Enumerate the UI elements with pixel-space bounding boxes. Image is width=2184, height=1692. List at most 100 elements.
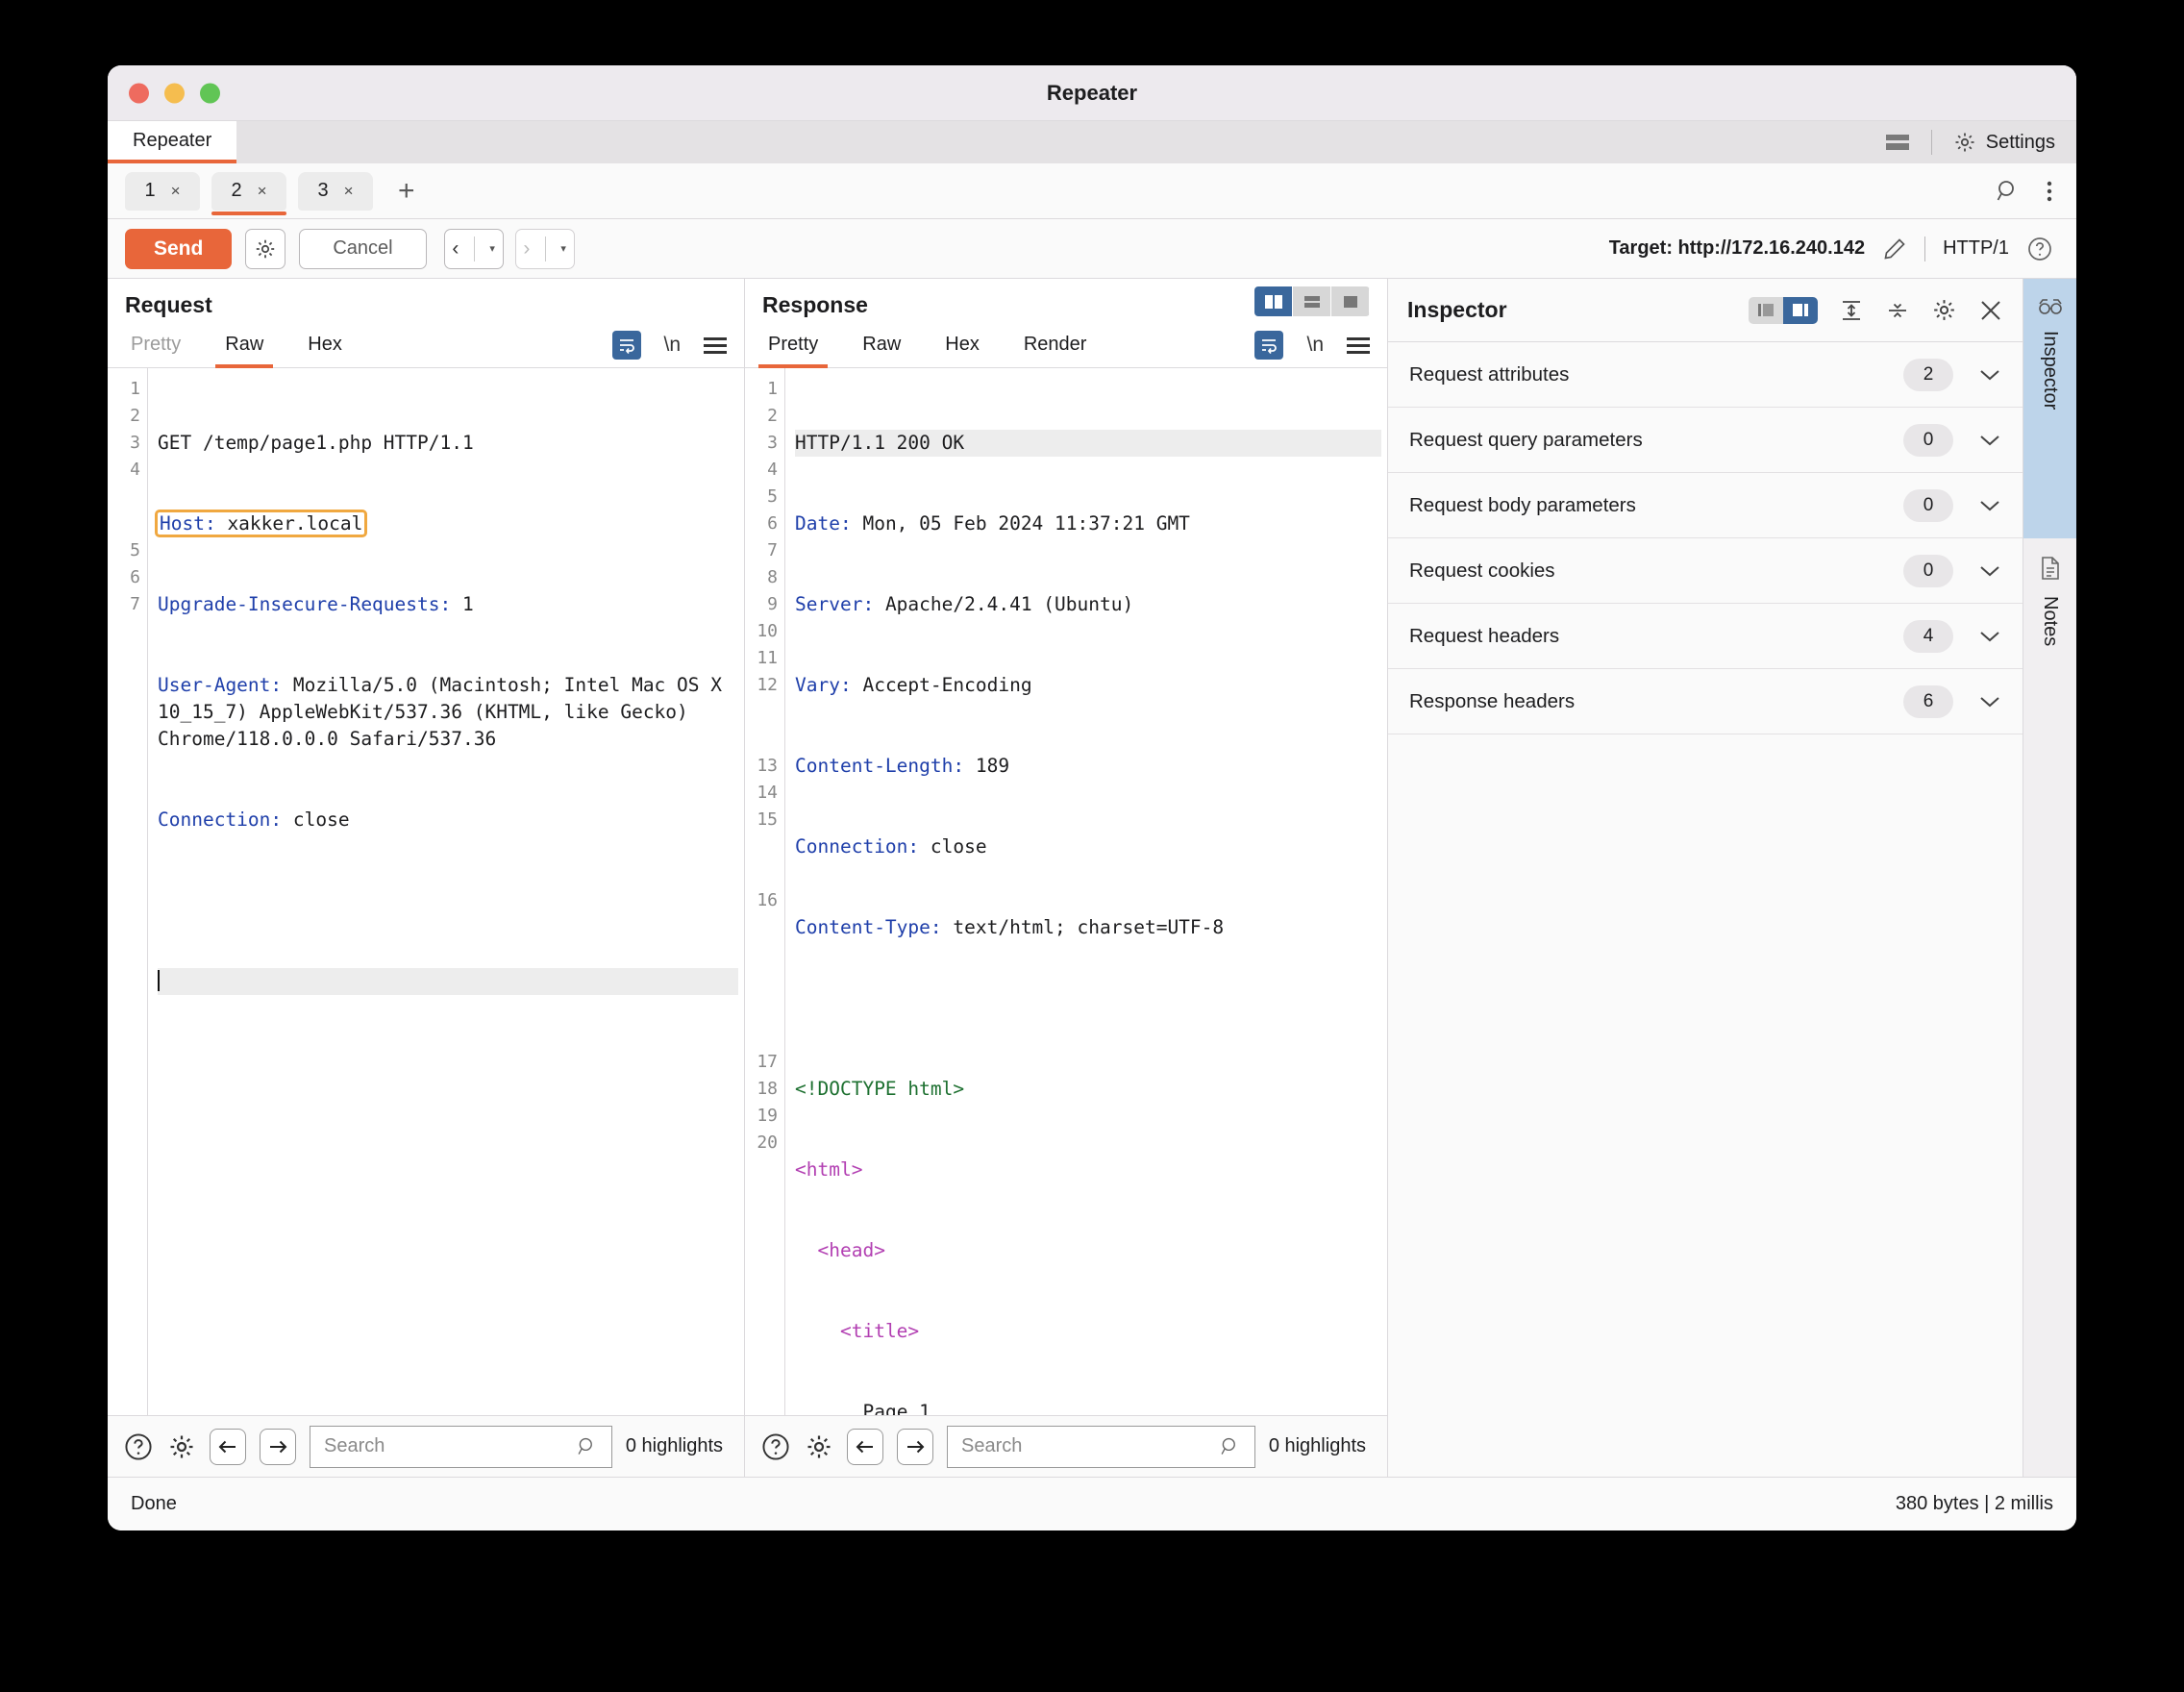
request-pane-header: Request — [108, 279, 745, 318]
gear-icon[interactable] — [1931, 297, 1957, 323]
inspector-row-request-query-parameters[interactable]: Request query parameters 0 — [1388, 408, 2023, 473]
chevron-down-icon[interactable] — [1978, 368, 2001, 382]
tab-repeater-label: Repeater — [133, 129, 212, 151]
close-icon[interactable] — [1978, 298, 2003, 323]
request-highlights-count: 0 highlights — [625, 1435, 724, 1456]
chevron-down-icon[interactable]: ▾ — [489, 242, 495, 255]
help-circle-icon[interactable] — [760, 1431, 791, 1462]
window-titlebar: Repeater — [108, 65, 2076, 121]
chevron-down-icon[interactable] — [1978, 434, 2001, 447]
send-button[interactable]: Send — [125, 228, 233, 269]
vertical-tab-notes-label: Notes — [2040, 596, 2061, 647]
search-prev-button[interactable] — [847, 1428, 884, 1465]
search-icon[interactable] — [1996, 179, 2021, 204]
repeater-tab-2[interactable]: 2 × — [211, 171, 286, 215]
magnifier-glasses-icon — [2038, 296, 2063, 315]
inspector-title: Inspector — [1407, 297, 1507, 322]
repeater-tab-3[interactable]: 3 × — [298, 171, 373, 211]
response-code[interactable]: HTTP/1.1 200 OK Date: Mon, 05 Feb 2024 1… — [785, 368, 1387, 1415]
stacked-view-button[interactable] — [1293, 286, 1331, 316]
response-header-server: Server: Apache/2.4.41 (Ubuntu) — [795, 593, 1134, 615]
response-tab-render[interactable]: Render — [1018, 334, 1093, 367]
burger-menu-icon[interactable] — [704, 336, 728, 354]
http-version-label[interactable]: HTTP/1 — [1943, 237, 2009, 260]
gear-icon[interactable] — [167, 1432, 196, 1461]
request-search-input[interactable]: Search — [310, 1425, 612, 1468]
response-blank-line — [795, 995, 1381, 1022]
repeater-tab-2-label: 2 — [231, 180, 242, 201]
chevron-down-icon[interactable] — [1978, 695, 2001, 709]
repeater-tab-3-label: 3 — [317, 180, 329, 201]
request-code[interactable]: GET /temp/page1.php HTTP/1.1 Host: xakke… — [148, 368, 744, 1415]
response-tab-hex[interactable]: Hex — [939, 334, 985, 367]
response-body-doctype: <!DOCTYPE html> — [795, 1078, 965, 1100]
search-next-button[interactable] — [260, 1428, 296, 1465]
repeater-tab-1[interactable]: 1 × — [125, 171, 200, 211]
action-bar: Send Cancel ‹ ▾ › ▾ Target: http://172.1… — [108, 219, 2076, 279]
add-tab-button[interactable]: + — [385, 176, 429, 206]
help-circle-icon[interactable] — [123, 1431, 154, 1462]
chevron-down-icon[interactable] — [1978, 499, 2001, 512]
row-label: Request headers — [1409, 624, 1560, 647]
newline-icon[interactable]: \n — [1306, 334, 1324, 357]
close-tab-1-icon[interactable]: × — [171, 182, 181, 201]
chevron-down-icon[interactable]: ▾ — [560, 242, 566, 255]
request-tab-raw[interactable]: Raw — [215, 334, 274, 368]
gear-icon[interactable] — [805, 1432, 833, 1461]
response-highlights-count: 0 highlights — [1268, 1435, 1366, 1456]
close-tab-2-icon[interactable]: × — [258, 182, 267, 201]
inspector-row-request-headers[interactable]: Request headers 4 — [1388, 604, 2023, 669]
inspector-row-request-cookies[interactable]: Request cookies 0 — [1388, 538, 2023, 604]
wrap-lines-icon[interactable] — [611, 331, 641, 360]
status-badge: 6 — [1903, 684, 1953, 718]
request-editor[interactable]: 1 2 3 4 5 6 7 GET /temp/page1.php HTTP/1… — [108, 368, 745, 1415]
request-tab-hex[interactable]: Hex — [302, 334, 348, 367]
request-subtab-icons: \n — [611, 331, 728, 367]
inspector-row-response-headers[interactable]: Response headers 6 — [1388, 669, 2023, 734]
vertical-tab-notes[interactable]: Notes — [2023, 538, 2076, 798]
collapse-all-icon[interactable] — [1885, 298, 1910, 323]
response-body-title-open: <title> — [795, 1320, 920, 1342]
vertical-tab-inspector[interactable]: Inspector — [2023, 279, 2076, 538]
response-editor[interactable]: 12345678 9 10 11 12 13 14 15 16 17 18 19 20 HTTP/… — [745, 368, 1387, 1415]
newline-icon[interactable]: \n — [664, 334, 682, 357]
row-label: Request attributes — [1409, 362, 1570, 386]
close-tab-3-icon[interactable]: × — [344, 182, 354, 201]
layout-icon[interactable] — [1885, 133, 1910, 152]
help-circle-icon[interactable] — [2026, 236, 2053, 262]
response-header-connection: Connection: close — [795, 835, 987, 858]
inspector-row-request-body-parameters[interactable]: Request body parameters 0 — [1388, 473, 2023, 538]
single-view-button[interactable] — [1331, 286, 1370, 316]
previous-request-button[interactable]: ‹ ▾ — [443, 228, 504, 269]
response-search-input[interactable]: Search — [947, 1425, 1255, 1468]
response-tab-raw[interactable]: Raw — [856, 334, 906, 367]
wrap-lines-icon[interactable] — [1254, 331, 1284, 360]
tab-repeater[interactable]: Repeater — [108, 121, 237, 163]
search-next-button[interactable] — [897, 1428, 934, 1465]
layout-left-icon[interactable] — [1749, 296, 1783, 324]
request-tab-pretty[interactable]: Pretty — [125, 334, 186, 367]
layout-right-icon[interactable] — [1783, 296, 1818, 324]
app-tabbar: Repeater Settings — [108, 121, 2076, 163]
kebab-menu-icon[interactable] — [2046, 179, 2053, 204]
burger-menu-icon[interactable] — [1347, 336, 1370, 354]
response-search-placeholder: Search — [961, 1435, 1023, 1456]
response-header-content-type: Content-Type: text/html; charset=UTF-8 — [795, 916, 1225, 938]
repeater-window: Repeater Repeater Settings 1 × 2 × 3 × +… — [108, 65, 2076, 1530]
settings-button[interactable]: Settings — [1953, 131, 2055, 154]
chevron-down-icon[interactable] — [1978, 564, 2001, 578]
search-prev-button[interactable] — [210, 1428, 246, 1465]
send-settings-button[interactable] — [245, 228, 286, 269]
cancel-button[interactable]: Cancel — [299, 228, 427, 269]
response-tab-pretty[interactable]: Pretty — [758, 334, 829, 368]
pencil-icon[interactable] — [1882, 236, 1907, 261]
next-request-button[interactable]: › ▾ — [514, 228, 575, 269]
status-badge: 2 — [1903, 358, 1953, 391]
inspector-row-request-attributes[interactable]: Request attributes 2 — [1388, 342, 2023, 408]
side-by-side-view-button[interactable] — [1254, 286, 1293, 316]
response-body-html-open: <html> — [795, 1158, 863, 1181]
chevron-down-icon[interactable] — [1978, 630, 2001, 643]
expand-all-icon[interactable] — [1839, 298, 1864, 323]
line-number: 2 — [130, 406, 140, 426]
line-number — [108, 510, 147, 537]
